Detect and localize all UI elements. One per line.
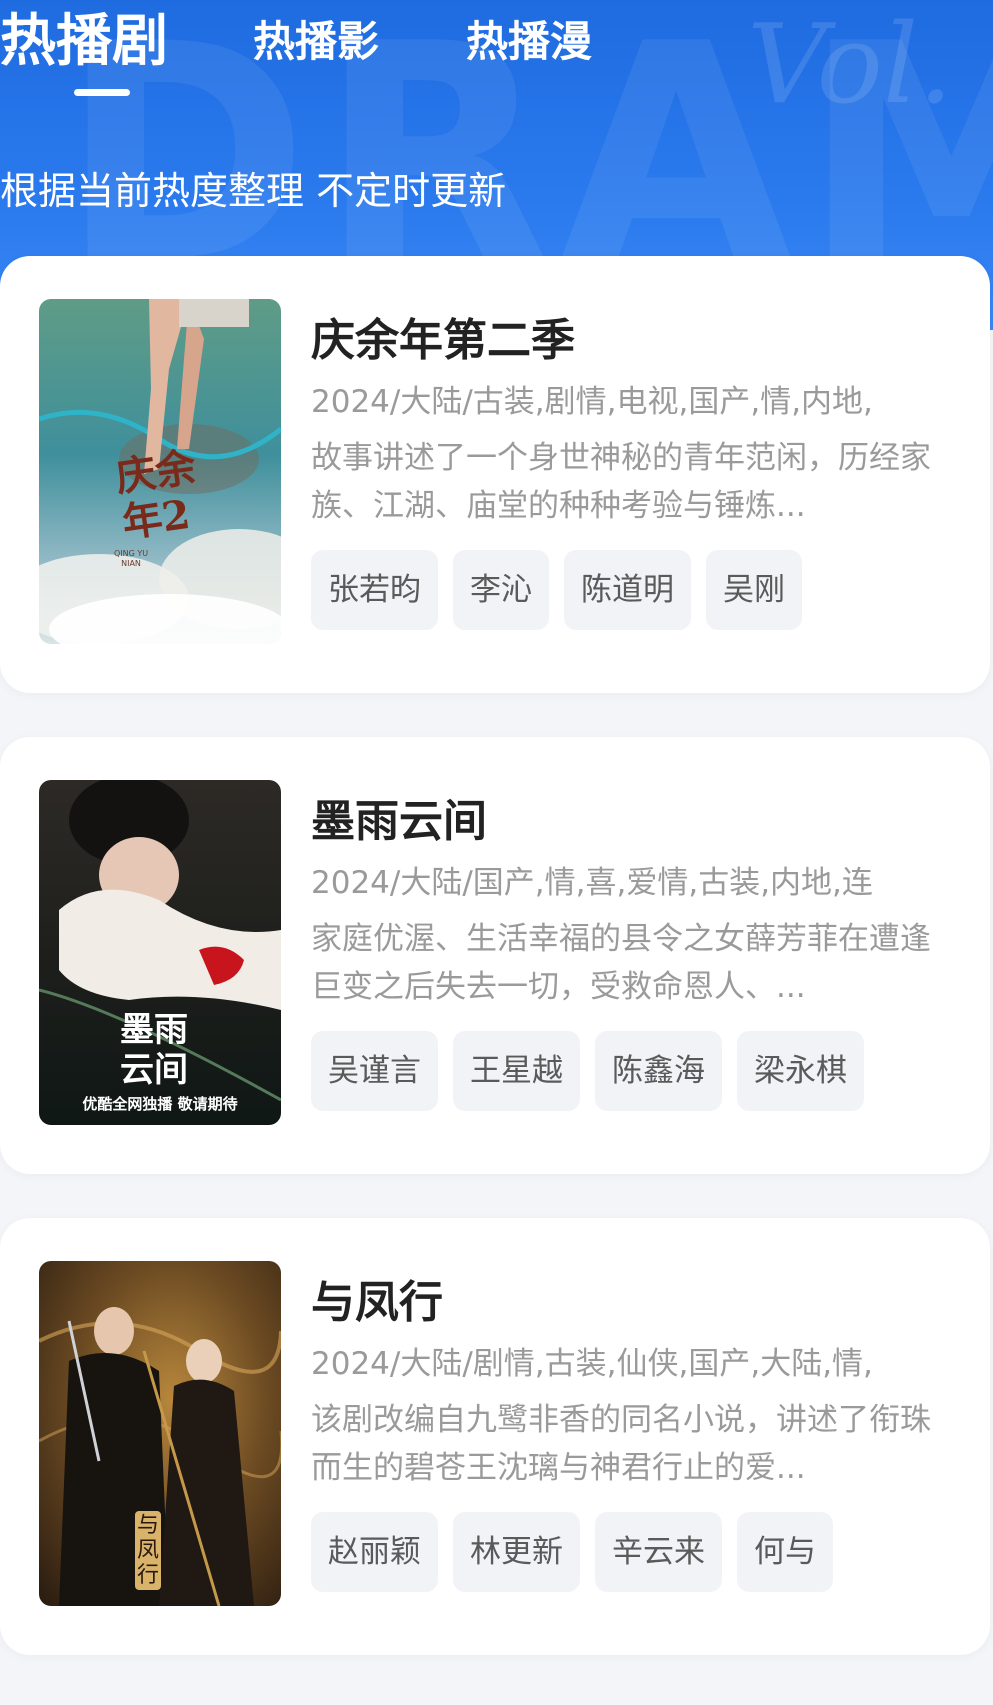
tab-hot-movie[interactable]: 热播影 bbox=[253, 8, 379, 69]
cast-chip[interactable]: 何与 bbox=[737, 1512, 833, 1592]
cast-list: 张若昀 李沁 陈道明 吴刚 bbox=[311, 550, 817, 630]
cast-chip[interactable]: 林更新 bbox=[453, 1512, 580, 1592]
category-tabs: 热播剧 热播影 热播漫 bbox=[0, 0, 993, 110]
cast-chip[interactable]: 陈道明 bbox=[564, 550, 691, 630]
drama-description: 故事讲述了一个身世神秘的青年范闲，历经家族、江湖、庙堂的种种考验与锤炼... bbox=[311, 440, 931, 524]
poster-image[interactable]: 与凤行 bbox=[39, 1261, 281, 1606]
poster-subtitle: 优酷全网独播 敬请期待 bbox=[82, 1095, 238, 1113]
drama-card[interactable]: 墨雨云间 优酷全网独播 敬请期待 墨雨云间 2024/大陆/国产,情,喜,爱情,… bbox=[0, 737, 990, 1174]
drama-meta: 2024/大陆/古装,剧情,电视,国产,情,内地, bbox=[311, 384, 873, 420]
drama-description: 该剧改编自九鹭非香的同名小说，讲述了衔珠而生的碧苍王沈璃与神君行止的爱... bbox=[311, 1402, 931, 1486]
poster-image[interactable]: 庆余年2 QING YU NIAN bbox=[39, 299, 281, 644]
drama-description: 家庭优渥、生活幸福的县令之女薛芳菲在遭逢巨变之后失去一切，受救命恩人、... bbox=[311, 921, 931, 1005]
poster-image[interactable]: 墨雨云间 优酷全网独播 敬请期待 bbox=[39, 780, 281, 1125]
active-tab-indicator bbox=[74, 89, 130, 96]
page-subtitle: 根据当前热度整理 不定时更新 bbox=[0, 169, 507, 213]
poster-title: 墨雨云间 bbox=[120, 1010, 188, 1090]
drama-meta: 2024/大陆/剧情,古装,仙侠,国产,大陆,情, bbox=[311, 1346, 873, 1382]
drama-title[interactable]: 庆余年第二季 bbox=[311, 304, 575, 368]
drama-meta: 2024/大陆/国产,情,喜,爱情,古装,内地,连 bbox=[311, 865, 873, 901]
poster-title: 与凤行 bbox=[135, 1511, 161, 1590]
cast-chip[interactable]: 梁永棋 bbox=[737, 1031, 864, 1111]
cast-chip[interactable]: 张若昀 bbox=[311, 550, 438, 630]
cast-chip[interactable]: 王星越 bbox=[453, 1031, 580, 1111]
tab-hot-anime[interactable]: 热播漫 bbox=[466, 8, 592, 69]
drama-title[interactable]: 墨雨云间 bbox=[311, 785, 487, 849]
tab-hot-drama[interactable]: 热播剧 bbox=[0, 0, 168, 77]
cast-chip[interactable]: 李沁 bbox=[453, 550, 549, 630]
drama-card[interactable]: 庆余年2 QING YU NIAN 庆余年第二季 2024/大陆/古装,剧情,电… bbox=[0, 256, 990, 693]
drama-card[interactable]: 与凤行 与凤行 2024/大陆/剧情,古装,仙侠,国产,大陆,情, 该剧改编自九… bbox=[0, 1218, 990, 1655]
drama-title[interactable]: 与凤行 bbox=[311, 1266, 443, 1330]
poster-subtitle: QING YU NIAN bbox=[113, 549, 149, 568]
cast-chip[interactable]: 陈鑫海 bbox=[595, 1031, 722, 1111]
cast-chip[interactable]: 吴谨言 bbox=[311, 1031, 438, 1111]
cast-chip[interactable]: 赵丽颖 bbox=[311, 1512, 438, 1592]
cast-list: 赵丽颖 林更新 辛云来 何与 bbox=[311, 1512, 848, 1592]
cast-chip[interactable]: 吴刚 bbox=[706, 550, 802, 630]
cast-list: 吴谨言 王星越 陈鑫海 梁永棋 bbox=[311, 1031, 879, 1111]
poster-title: 庆余年2 bbox=[112, 443, 199, 547]
cast-chip[interactable]: 辛云来 bbox=[595, 1512, 722, 1592]
